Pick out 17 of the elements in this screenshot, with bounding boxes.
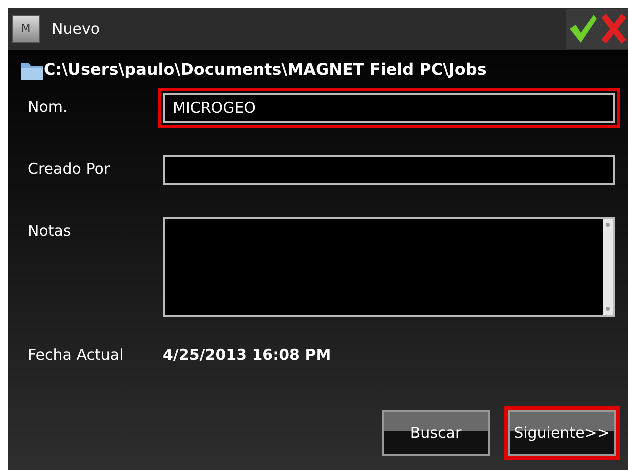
dialog-button[interactable]: Siguiente>> <box>508 410 616 456</box>
folder-path: C:\Users\paulo\Documents\MAGNET Field PC\Jobs <box>44 59 487 81</box>
field-label: Nom. <box>28 97 69 118</box>
text-field[interactable] <box>163 155 615 185</box>
date-label: Fecha Actual <box>28 345 125 366</box>
date-value: 4/25/2013 16:08 PM <box>163 345 332 366</box>
app-logo: M <box>12 15 40 43</box>
window-title: Nuevo <box>52 18 100 40</box>
confirm-button[interactable] <box>566 9 600 49</box>
checkmark-icon <box>568 13 598 45</box>
text-field[interactable]: MICROGEO <box>163 93 615 123</box>
field-label: Creado Por <box>28 159 112 180</box>
field-label: Notas <box>28 221 72 242</box>
scrollbar[interactable] <box>603 219 613 315</box>
dialog-button[interactable]: Buscar <box>382 410 490 456</box>
close-icon <box>602 14 626 44</box>
notes-field[interactable] <box>163 217 615 317</box>
